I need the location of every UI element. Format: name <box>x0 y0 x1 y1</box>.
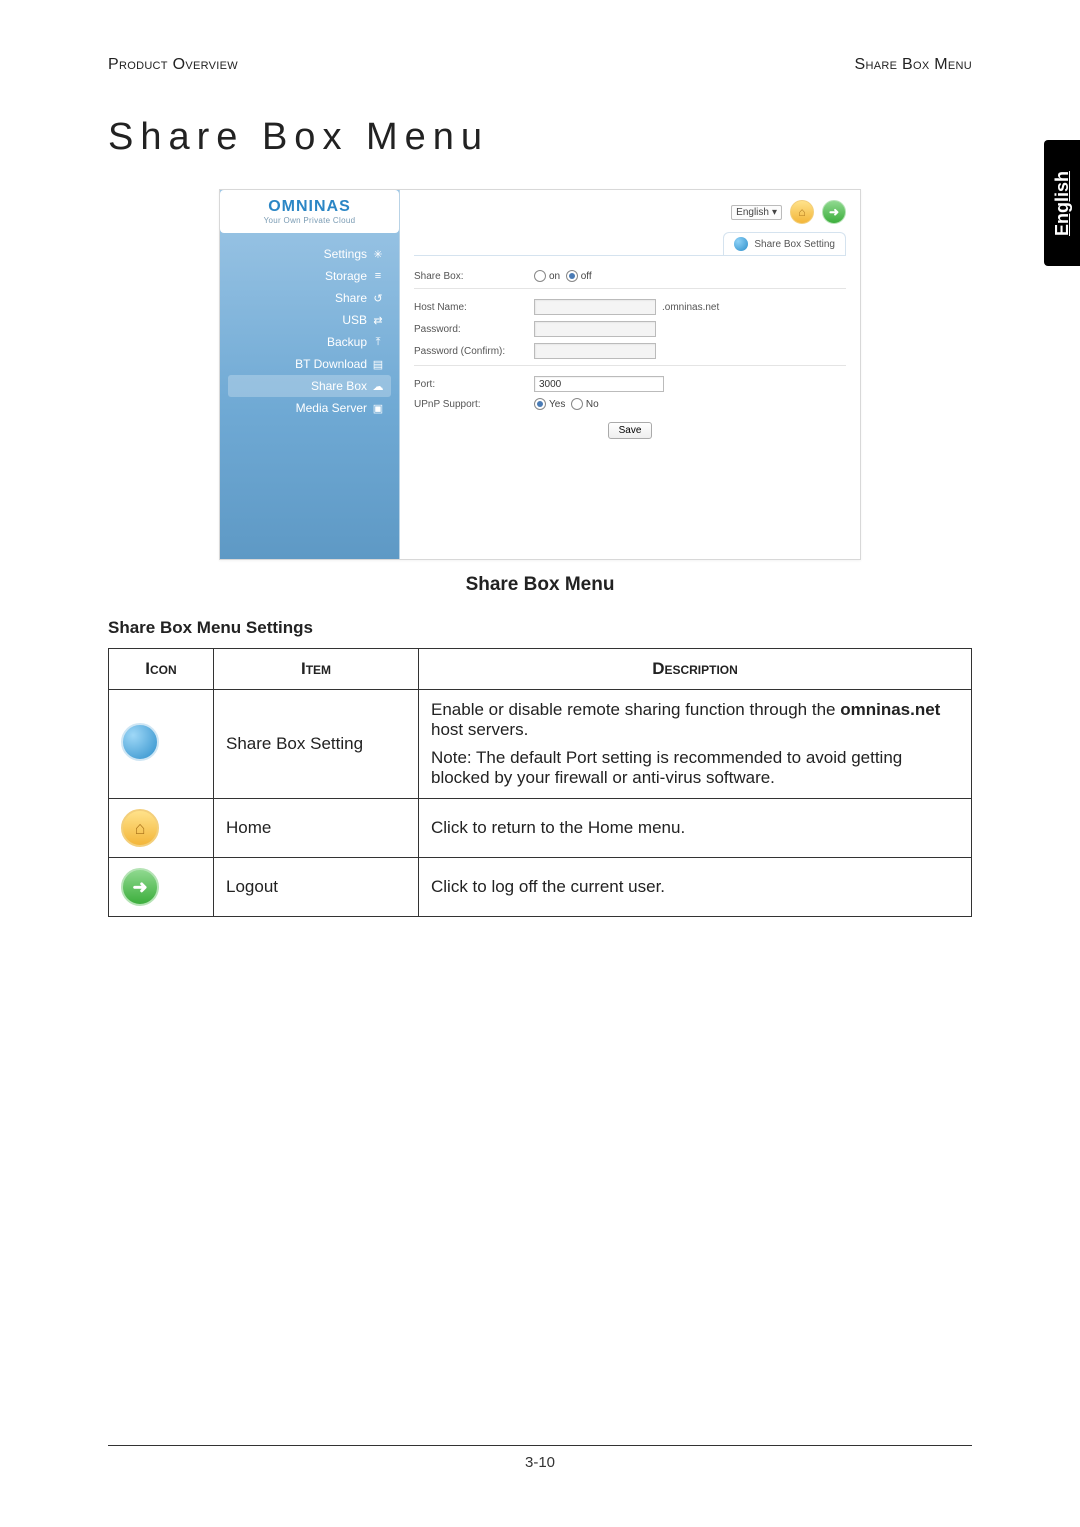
port-label: Port: <box>414 379 534 390</box>
sidebar-item-usb[interactable]: USB⇄ <box>228 309 391 331</box>
home-icon: ⌂ <box>121 809 159 847</box>
screenshot: OMNINAS Your Own Private Cloud Settings✳… <box>219 189 861 560</box>
usb-icon: ⇄ <box>371 313 385 327</box>
table-row: ➜ Logout Click to log off the current us… <box>109 858 972 917</box>
header-right: Share Box Menu <box>855 56 972 74</box>
chevron-down-icon: ▾ <box>772 207 777 218</box>
no-label: No <box>586 399 599 410</box>
table-caption: Share Box Menu Settings <box>108 618 972 638</box>
language-select[interactable]: English ▾ <box>731 205 782 220</box>
language-side-tab[interactable]: English <box>1044 140 1080 266</box>
sidebar-item-share[interactable]: Share↺ <box>228 287 391 309</box>
th-item: Item <box>214 649 419 690</box>
sidebar-item-mediaserver[interactable]: Media Server▣ <box>228 397 391 419</box>
screenshot-main: English ▾ ⌂ ➜ Share Box Setting Share Bo… <box>400 190 860 559</box>
upnp-yes-radio[interactable] <box>534 398 546 410</box>
storage-icon: ≡ <box>371 269 385 283</box>
logout-icon[interactable]: ➜ <box>822 200 846 224</box>
desc-cell: Click to return to the Home menu. <box>419 799 972 858</box>
mediaserver-icon: ▣ <box>371 401 385 415</box>
btdownload-icon: ▤ <box>371 357 385 371</box>
globe-icon <box>734 237 748 251</box>
on-label: on <box>549 271 560 282</box>
share-icon: ↺ <box>371 291 385 305</box>
brand-logo: OMNINAS Your Own Private Cloud <box>220 190 399 233</box>
password-input[interactable] <box>534 321 656 337</box>
sidebar-item-btdownload[interactable]: BT Download▤ <box>228 353 391 375</box>
sharebox-off-radio[interactable] <box>566 270 578 282</box>
port-input[interactable]: 3000 <box>534 376 664 392</box>
yes-label: Yes <box>549 399 565 410</box>
upnp-label: UPnP Support: <box>414 399 534 410</box>
backup-icon: ⤒ <box>371 335 385 349</box>
item-cell: Home <box>214 799 419 858</box>
settings-icon: ✳ <box>371 247 385 261</box>
item-cell: Share Box Setting <box>214 690 419 799</box>
page-number: 3-10 <box>108 1454 972 1471</box>
figure-caption: Share Box Menu <box>108 574 972 596</box>
th-icon: Icon <box>109 649 214 690</box>
language-side-tab-label: English <box>1052 170 1073 235</box>
header-left: Product Overview <box>108 56 238 74</box>
sidebar-item-settings[interactable]: Settings✳ <box>228 243 391 265</box>
item-cell: Logout <box>214 858 419 917</box>
brand-tagline: Your Own Private Cloud <box>226 216 393 225</box>
page-header: Product Overview Share Box Menu <box>108 56 972 74</box>
th-desc: Description <box>419 649 972 690</box>
table-row: Share Box Setting Enable or disable remo… <box>109 690 972 799</box>
home-icon[interactable]: ⌂ <box>790 200 814 224</box>
upnp-no-radio[interactable] <box>571 398 583 410</box>
hostname-label: Host Name: <box>414 302 534 313</box>
hostname-input[interactable] <box>534 299 656 315</box>
desc-cell: Click to log off the current user. <box>419 858 972 917</box>
screenshot-topbar: English ▾ ⌂ ➜ <box>414 200 846 224</box>
save-button[interactable]: Save <box>608 422 653 439</box>
sharebox-icon: ☁ <box>371 379 385 393</box>
globe-icon <box>121 723 159 761</box>
tab-row: Share Box Setting <box>414 232 846 256</box>
settings-table: Icon Item Description Share Box Setting … <box>108 648 972 917</box>
divider <box>414 288 846 289</box>
sharebox-on-radio[interactable] <box>534 270 546 282</box>
page-footer: 3-10 <box>108 1445 972 1471</box>
password-label: Password: <box>414 324 534 335</box>
table-row: ⌂ Home Click to return to the Home menu. <box>109 799 972 858</box>
divider <box>414 365 846 366</box>
brand-name: OMNINAS <box>226 198 393 216</box>
hostname-suffix: .omninas.net <box>662 302 719 313</box>
tab-share-box-setting[interactable]: Share Box Setting <box>723 232 846 255</box>
sidebar-item-backup[interactable]: Backup⤒ <box>228 331 391 353</box>
footer-divider <box>108 1445 972 1446</box>
password-confirm-input[interactable] <box>534 343 656 359</box>
desc-cell: Enable or disable remote sharing functio… <box>419 690 972 799</box>
table-header-row: Icon Item Description <box>109 649 972 690</box>
sidebar-item-storage[interactable]: Storage≡ <box>228 265 391 287</box>
tab-label: Share Box Setting <box>754 239 835 250</box>
logout-icon: ➜ <box>121 868 159 906</box>
screenshot-sidebar: OMNINAS Your Own Private Cloud Settings✳… <box>220 190 400 559</box>
sidebar-item-sharebox[interactable]: Share Box☁ <box>228 375 391 397</box>
password-confirm-label: Password (Confirm): <box>414 346 534 357</box>
language-select-value: English <box>736 207 769 218</box>
sharebox-label: Share Box: <box>414 271 534 282</box>
page-title: Share Box Menu <box>108 116 972 159</box>
off-label: off <box>581 271 592 282</box>
